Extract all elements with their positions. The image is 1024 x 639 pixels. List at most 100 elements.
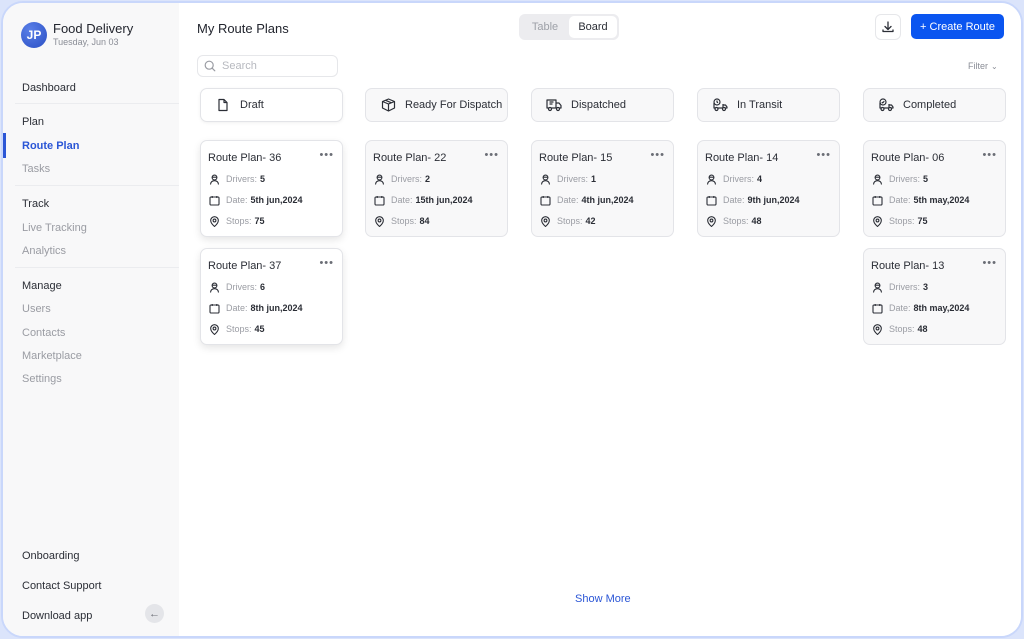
board-column-draft: Draft Route Plan- 36 ••• Drivers: 5 Date:… <box>200 88 343 345</box>
filter-label: Filter <box>968 61 988 71</box>
package-icon <box>380 97 396 113</box>
sidebar-item-tasks[interactable]: Tasks <box>22 163 50 175</box>
drivers-value: 6 <box>260 282 266 292</box>
card-title: Route Plan- 13 <box>871 260 945 272</box>
tab-table[interactable]: Table <box>521 16 569 38</box>
filter-dropdown[interactable]: Filter ⌄ <box>968 61 998 71</box>
route-card[interactable]: Route Plan- 22 ••• Drivers: 2 Date: 15th j… <box>365 140 508 237</box>
sidebar-item-route-plan[interactable]: Route Plan <box>22 140 79 152</box>
app-name: Food Delivery <box>53 21 134 36</box>
sidebar-item-contacts[interactable]: Contacts <box>22 327 65 339</box>
drivers-label: Drivers: <box>391 174 422 184</box>
stops-value: 48 <box>751 216 762 226</box>
route-card[interactable]: Route Plan- 36 ••• Drivers: 5 Date: 5th ju… <box>200 140 343 237</box>
date-value: 5th may,2024 <box>913 195 970 205</box>
divider <box>15 103 179 104</box>
drivers-label: Drivers: <box>226 282 257 292</box>
date-label: Date: <box>226 195 248 205</box>
drivers-value: 4 <box>757 174 763 184</box>
date-value: 8th jun,2024 <box>250 303 303 313</box>
date-label: Date: <box>226 303 248 313</box>
stops-value: 84 <box>419 216 430 226</box>
date-label: Date: <box>889 303 911 313</box>
chevron-down-icon: ⌄ <box>991 61 998 71</box>
drivers-value: 5 <box>260 174 266 184</box>
board-column-in-transit: In Transit Route Plan- 14 ••• Drivers: 4 … <box>697 88 840 237</box>
driver-icon <box>208 173 220 185</box>
search-box[interactable] <box>197 55 338 77</box>
more-options-icon[interactable]: ••• <box>982 149 997 161</box>
location-pin-icon <box>373 215 385 227</box>
more-options-icon[interactable]: ••• <box>982 257 997 269</box>
date-label: Date: <box>557 195 579 205</box>
route-card[interactable]: Route Plan- 14 ••• Drivers: 4 Date: 9th ju… <box>697 140 840 237</box>
route-card[interactable]: Route Plan- 13 ••• Drivers: 3 Date: 8th ma… <box>863 248 1006 345</box>
more-options-icon[interactable]: ••• <box>650 149 665 161</box>
sidebar-item-download-app[interactable]: Download app <box>22 610 92 622</box>
route-card[interactable]: Route Plan- 15 ••• Drivers: 1 Date: 4th ju… <box>531 140 674 237</box>
stops-value: 75 <box>254 216 265 226</box>
location-pin-icon <box>871 215 883 227</box>
card-title: Route Plan- 37 <box>208 260 282 272</box>
section-plan: Plan <box>22 116 45 128</box>
date-value: 8th may,2024 <box>913 303 970 313</box>
driver-icon <box>373 173 385 185</box>
profile[interactable]: JP Food Delivery Tuesday, Jun 03 <box>21 21 133 48</box>
board-column-dispatched: Dispatched Route Plan- 15 ••• Drivers: 1 … <box>531 88 674 237</box>
calendar-icon <box>208 302 220 314</box>
calendar-icon <box>705 194 717 206</box>
date-label: Date: <box>723 195 745 205</box>
tab-board[interactable]: Board <box>569 16 617 38</box>
more-options-icon[interactable]: ••• <box>319 149 334 161</box>
section-track: Track <box>22 198 50 210</box>
card-title: Route Plan- 22 <box>373 152 447 164</box>
more-options-icon[interactable]: ••• <box>319 257 334 269</box>
create-route-button[interactable]: + Create Route <box>911 14 1004 39</box>
avatar: JP <box>21 21 47 48</box>
calendar-icon <box>208 194 220 206</box>
sidebar-item-dashboard[interactable]: Dashboard <box>22 82 76 94</box>
date-label: Date: <box>889 195 911 205</box>
divider <box>15 185 179 186</box>
drivers-value: 3 <box>923 282 929 292</box>
main-content: My Route Plans Table Board + Create Rout… <box>179 3 1021 636</box>
calendar-icon <box>539 194 551 206</box>
calendar-icon <box>871 302 883 314</box>
app-window: JP Food Delivery Tuesday, Jun 03 Dashboa… <box>1 1 1023 638</box>
current-date: Tuesday, Jun 03 <box>53 37 119 47</box>
download-button[interactable] <box>875 14 901 40</box>
board-column-ready-for-dispatch: Ready For Dispatch Route Plan- 22 ••• Dr… <box>365 88 508 237</box>
sidebar-item-contact-support[interactable]: Contact Support <box>22 580 102 592</box>
column-title: Dispatched <box>571 99 627 111</box>
stops-label: Stops: <box>723 216 749 226</box>
sidebar-item-onboarding[interactable]: Onboarding <box>22 550 80 562</box>
document-icon <box>215 97 231 113</box>
driver-icon <box>871 173 883 185</box>
drivers-label: Drivers: <box>889 174 920 184</box>
column-header[interactable]: In Transit <box>697 88 840 122</box>
more-options-icon[interactable]: ••• <box>816 149 831 161</box>
column-header[interactable]: Draft <box>200 88 343 122</box>
show-more-link[interactable]: Show More <box>575 593 631 605</box>
route-card[interactable]: Route Plan- 06 ••• Drivers: 5 Date: 5th ma… <box>863 140 1006 237</box>
search-input[interactable] <box>222 60 322 72</box>
section-manage: Manage <box>22 280 62 292</box>
drivers-label: Drivers: <box>723 174 754 184</box>
sidebar-item-settings[interactable]: Settings <box>22 373 62 385</box>
location-pin-icon <box>208 323 220 335</box>
sidebar-item-live-tracking[interactable]: Live Tracking <box>22 222 87 234</box>
calendar-icon <box>373 194 385 206</box>
sidebar-item-analytics[interactable]: Analytics <box>22 245 66 257</box>
collapse-sidebar-button[interactable]: ← <box>145 604 164 623</box>
arrow-left-icon: ← <box>149 607 160 620</box>
column-header[interactable]: Completed <box>863 88 1006 122</box>
column-header[interactable]: Dispatched <box>531 88 674 122</box>
more-options-icon[interactable]: ••• <box>484 149 499 161</box>
card-title: Route Plan- 36 <box>208 152 282 164</box>
column-header[interactable]: Ready For Dispatch <box>365 88 508 122</box>
date-value: 4th jun,2024 <box>581 195 634 205</box>
location-pin-icon <box>539 215 551 227</box>
route-card[interactable]: Route Plan- 37 ••• Drivers: 6 Date: 8th ju… <box>200 248 343 345</box>
sidebar-item-marketplace[interactable]: Marketplace <box>22 350 82 362</box>
sidebar-item-users[interactable]: Users <box>22 303 51 315</box>
